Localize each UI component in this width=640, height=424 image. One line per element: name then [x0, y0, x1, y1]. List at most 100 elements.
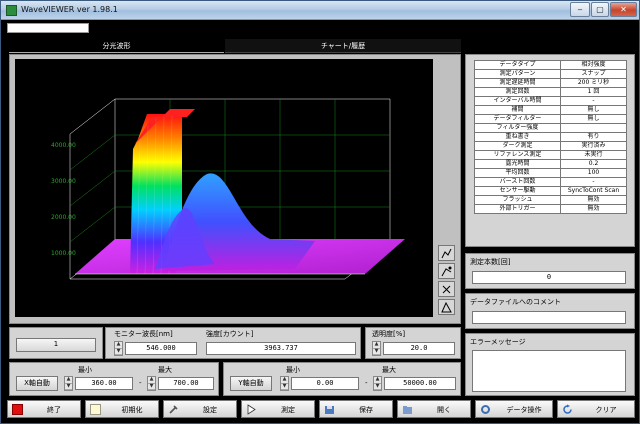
parameter-row: リファレンス測定 未実行 [474, 150, 627, 160]
parameter-key: 測定パターン [474, 69, 561, 79]
z-tick-3000: 3000.00 [51, 178, 76, 185]
parameter-row: センサー駆動 SyncToCont Scan [474, 186, 627, 196]
parameter-value: 未実行 [560, 150, 627, 160]
parameter-value: - [560, 96, 627, 106]
spectrum-index-select[interactable]: 1 [16, 338, 96, 352]
parameter-key: バースト回数 [474, 177, 561, 187]
comment-panel: データファイルへのコメント [465, 293, 635, 329]
close-button[interactable]: ✕ [610, 2, 637, 17]
parameter-key: ダーク測定 [474, 141, 561, 151]
window-title: WaveVIEWER ver 1.98.1 [21, 5, 118, 14]
parameter-key: リファレンス測定 [474, 150, 561, 160]
measure-count-panel: 測定本数[回] 0 [465, 253, 635, 289]
plot-panel: 4000.00 3000.00 2000.00 1000.00 [9, 54, 461, 324]
init-button[interactable]: 初期化 [85, 400, 159, 418]
parameter-panel: データタイプ 相対強度 測定パターン スナップ 測定遅延時間 200 ミリ秒 測定回数 1 回… [465, 54, 635, 247]
data-operation-label: データ操作 [506, 406, 542, 414]
parameter-value: スナップ [560, 69, 627, 79]
play-icon [247, 404, 256, 415]
parameter-row: ダーク測定 実行済み [474, 141, 627, 151]
parameter-value: 0.2 [560, 159, 627, 169]
transparency-panel: 透明度[%] ▲ ▼ 20.0 [365, 327, 461, 359]
parameter-value: - [560, 177, 627, 187]
tab-spectrum[interactable]: 分光波形 [9, 39, 224, 53]
tab-chart-history[interactable]: チャート/履歴 [225, 39, 461, 53]
y-range-dash: - [365, 379, 368, 387]
y-max-label: 最大 [382, 366, 396, 374]
stop-icon [12, 404, 23, 415]
parameter-key: センサー駆動 [474, 186, 561, 196]
settings-button[interactable]: 設定 [163, 400, 237, 418]
parameter-value: 無し [560, 114, 627, 124]
parameter-row: 補間 無し [474, 105, 627, 115]
status-field [7, 23, 89, 33]
x-max-spinner[interactable]: ▲ ▼ [147, 376, 156, 391]
settings-label: 設定 [203, 406, 217, 414]
wavelength-value[interactable]: 546.000 [125, 342, 197, 355]
pan-icon[interactable] [438, 263, 455, 279]
parameter-value: 1 回 [560, 87, 627, 97]
parameter-row: バースト回数 - [474, 177, 627, 187]
y-min-label: 最小 [286, 366, 300, 374]
parameter-value: 200 ミリ秒 [560, 78, 627, 88]
y-axis-auto-button[interactable]: Y軸自動 [230, 376, 272, 391]
parameter-key: フィルター強度 [474, 123, 561, 133]
parameter-row: 平均回数 100 [474, 168, 627, 178]
y-max-value[interactable]: 50000.00 [384, 377, 456, 390]
measure-button[interactable]: 測定 [241, 400, 315, 418]
wavelength-spinner[interactable]: ▲ ▼ [114, 341, 123, 356]
refresh-icon [563, 404, 572, 414]
monitor-panel: モニター波長[nm] ▲ ▼ 546.000 強度[カウント] 3963.737 [105, 327, 361, 359]
parameter-row: データフィルター 無し [474, 114, 627, 124]
transparency-value[interactable]: 20.0 [383, 342, 455, 355]
comment-label: データファイルへのコメント [470, 298, 561, 306]
data-operation-button[interactable]: データ操作 [475, 400, 553, 418]
clear-button[interactable]: クリア [557, 400, 635, 418]
reset-view-icon[interactable] [438, 299, 455, 315]
parameter-key: 補間 [474, 105, 561, 115]
minimize-button[interactable]: ‒ [570, 2, 590, 17]
parameter-value [560, 123, 627, 133]
spectrum-3d-plot[interactable]: 4000.00 3000.00 2000.00 1000.00 [15, 59, 433, 317]
document-icon [90, 404, 101, 415]
measure-label: 測定 [281, 406, 295, 414]
parameter-row: 外部トリガー 無効 [474, 204, 627, 214]
transparency-spinner[interactable]: ▲ ▼ [372, 341, 381, 356]
y-min-value[interactable]: 0.00 [291, 377, 359, 390]
parameter-key: 平均回数 [474, 168, 561, 178]
parameter-key: フラッシュ [474, 195, 561, 205]
parameter-row: フィルター強度 [474, 123, 627, 133]
intensity-label: 強度[カウント] [206, 330, 254, 338]
error-message-field [472, 350, 626, 392]
save-label: 保存 [359, 406, 373, 414]
parameter-value: SyncToCont Scan [560, 186, 627, 196]
comment-input[interactable] [472, 311, 626, 324]
parameter-value: 有り [560, 132, 627, 142]
open-button[interactable]: 開く [397, 400, 471, 418]
x-max-value[interactable]: 700.00 [158, 377, 214, 390]
parameter-value: 実行済み [560, 141, 627, 151]
parameter-table: データタイプ 相対強度 測定パターン スナップ 測定遅延時間 200 ミリ秒 測定回数 1 回… [474, 60, 627, 214]
parameter-value: 無し [560, 105, 627, 115]
bottom-toolbar: 終了 初期化 設定 測定 保存 開く データ操作 クリア [7, 400, 635, 419]
rotate-icon[interactable] [438, 281, 455, 297]
x-min-spinner[interactable]: ▲ ▼ [64, 376, 73, 391]
y-min-spinner[interactable]: ▲ ▼ [280, 376, 289, 391]
x-range-dash: - [139, 379, 142, 387]
x-axis-auto-button[interactable]: X軸自動 [16, 376, 58, 391]
maximize-button[interactable]: ▢ [591, 2, 609, 17]
parameter-row: 露光時間 0.2 [474, 159, 627, 169]
x-min-value[interactable]: 360.00 [75, 377, 133, 390]
plot-tools [438, 245, 456, 317]
parameter-key: 露光時間 [474, 159, 561, 169]
y-axis-panel: Y軸自動 最小 ▲ ▼ 0.00 - 最大 ▲ ▼ 50000.00 [223, 362, 461, 396]
error-label: エラーメッセージ [470, 338, 526, 346]
title-bar[interactable]: WaveVIEWER ver 1.98.1 ‒ ▢ ✕ [1, 1, 639, 20]
zoom-icon[interactable] [438, 245, 455, 261]
exit-button[interactable]: 終了 [7, 400, 81, 418]
z-tick-4000: 4000.00 [51, 142, 76, 149]
parameter-row: 測定遅延時間 200 ミリ秒 [474, 78, 627, 88]
z-tick-1000: 1000.00 [51, 250, 76, 257]
save-button[interactable]: 保存 [319, 400, 393, 418]
y-max-spinner[interactable]: ▲ ▼ [373, 376, 382, 391]
